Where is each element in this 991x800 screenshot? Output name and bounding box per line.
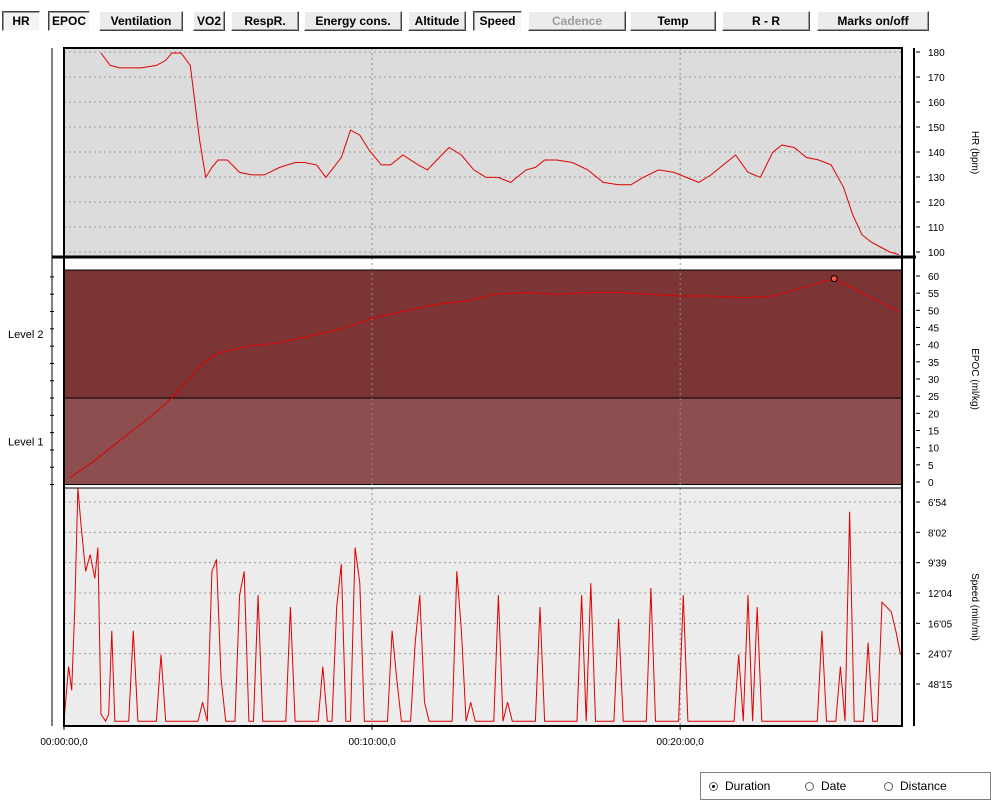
- speed-tick-label: 16'05: [928, 619, 953, 630]
- hr-tick-label: 180: [928, 48, 945, 59]
- training-chart[interactable]: Level 2Level 118017016015014013012011010…: [0, 36, 991, 772]
- hr-tick-label: 160: [928, 98, 945, 109]
- x-axis-tick-label: 00:10:00,0: [348, 737, 396, 748]
- hr-tick-label: 150: [928, 123, 945, 134]
- epoc-tick-label: 50: [928, 306, 940, 317]
- hr-tick-label: 120: [928, 198, 945, 209]
- epoc-tick-label: 25: [928, 392, 940, 403]
- toolbar-respr-button[interactable]: RespR.: [231, 11, 299, 31]
- epoc-tick-label: 5: [928, 461, 934, 472]
- speed-tick-label: 24'07: [928, 650, 953, 661]
- hr-tick-label: 110: [928, 223, 944, 234]
- duration-radio[interactable]: Duration: [709, 778, 770, 794]
- distance-radio[interactable]: Distance: [884, 778, 947, 794]
- date-radio-label: Date: [821, 779, 847, 793]
- toolbar-energy-cons-button[interactable]: Energy cons.: [304, 11, 402, 31]
- epoc-tick-label: 45: [928, 324, 940, 335]
- epoc-tick-label: 10: [928, 444, 940, 455]
- speed-axis-label: Speed (min/mi): [969, 573, 980, 641]
- toolbar-hr-button[interactable]: HR: [2, 11, 40, 31]
- toolbar-cadence-button[interactable]: Cadence: [528, 11, 626, 31]
- toolbar-vo2-button[interactable]: VO2: [193, 11, 225, 31]
- toolbar-temp-button[interactable]: Temp: [630, 11, 716, 31]
- epoc-peak-marker: [830, 275, 838, 283]
- epoc-tick-label: 30: [928, 375, 940, 386]
- hr-tick-label: 140: [928, 148, 945, 159]
- epoc-tick-label: 20: [928, 409, 940, 420]
- hr-tick-label: 170: [928, 73, 945, 84]
- epoc-tick-label: 60: [928, 272, 940, 283]
- toolbar-marks-button[interactable]: Marks on/off: [817, 11, 929, 31]
- epoc-tick-label: 40: [928, 341, 940, 352]
- x-axis-tick-label: 00:20:00,0: [657, 737, 705, 748]
- speed-tick-label: 8'02: [928, 528, 947, 539]
- hr-tick-label: 130: [928, 173, 945, 184]
- duration-radio-label: Duration: [725, 779, 771, 793]
- date-radio[interactable]: Date: [805, 778, 846, 794]
- epoc-level-band-1: [63, 269, 903, 399]
- distance-radio-label: Distance: [900, 779, 947, 793]
- epoc-level-band-2: [63, 397, 903, 486]
- epoc-axis-label: EPOC (ml/kg): [969, 348, 980, 410]
- speed-tick-label: 48'15: [928, 680, 953, 691]
- speed-panel-background: [64, 488, 902, 726]
- toolbar-speed-button[interactable]: Speed: [473, 11, 522, 31]
- date-radio-dot[interactable]: [805, 781, 814, 791]
- toolbar-altitude-button[interactable]: Altitude: [408, 11, 466, 31]
- speed-tick-label: 6'54: [928, 498, 947, 509]
- epoc-tick-label: 55: [928, 289, 940, 300]
- epoc-level-label: Level 1: [8, 436, 43, 448]
- toolbar-ventilation-button[interactable]: Ventilation: [99, 11, 183, 31]
- epoc-tick-label: 0: [928, 478, 934, 489]
- hr-tick-label: 100: [928, 248, 945, 259]
- distance-radio-dot[interactable]: [884, 781, 893, 791]
- x-axis-tick-label: 00:00:00,0: [40, 737, 88, 748]
- duration-radio-dot[interactable]: [709, 781, 718, 791]
- epoc-level-label: Level 2: [8, 329, 43, 341]
- x-axis-mode-panel: Duration Date Distance: [700, 772, 991, 800]
- toolbar-epoc-button[interactable]: EPOC: [48, 11, 90, 31]
- speed-tick-label: 9'39: [928, 559, 947, 570]
- epoc-tick-label: 15: [928, 427, 940, 438]
- epoc-tick-label: 35: [928, 358, 940, 369]
- chart-toolbar: HR EPOC Ventilation VO2 RespR. Energy co…: [0, 0, 991, 36]
- hr-axis-label: HR (bpm): [969, 131, 980, 174]
- speed-tick-label: 12'04: [928, 589, 953, 600]
- toolbar-r-r-button[interactable]: R - R: [722, 11, 810, 31]
